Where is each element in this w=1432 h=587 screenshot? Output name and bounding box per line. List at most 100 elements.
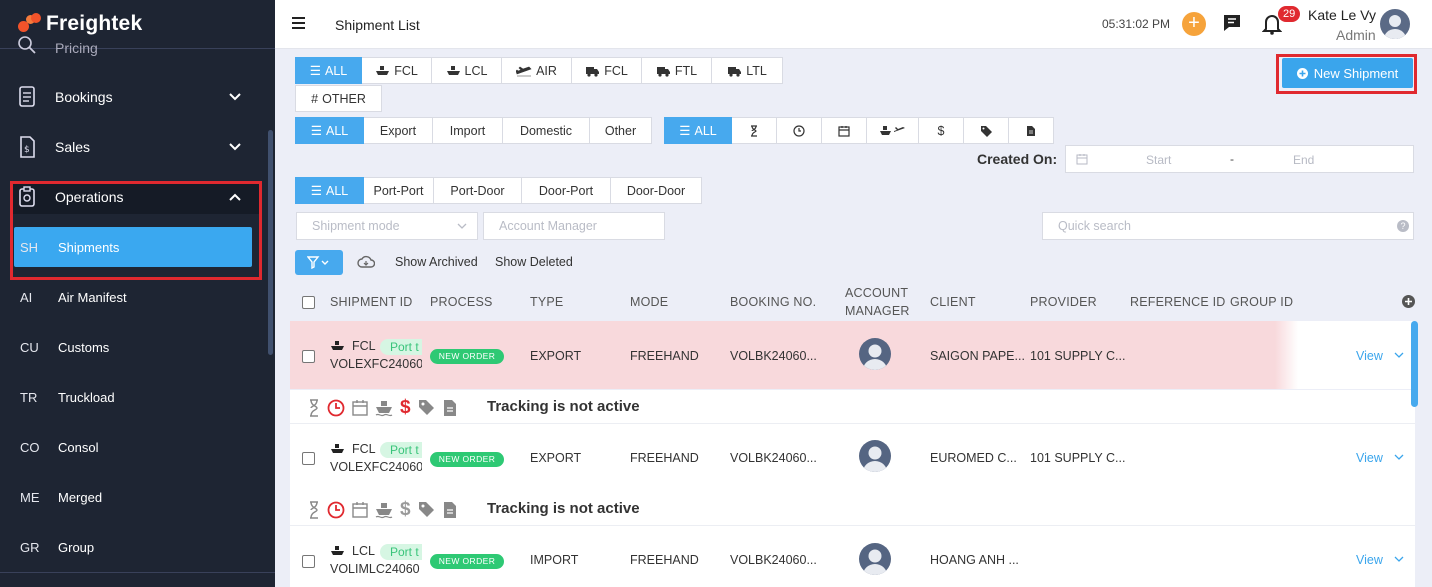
tab-direction-all[interactable]: ☰ ALL xyxy=(295,117,364,144)
help-icon[interactable]: ? xyxy=(1397,220,1409,232)
calendar-icon xyxy=(838,125,850,137)
tab-status-time[interactable] xyxy=(777,117,822,144)
tab-export[interactable]: Export xyxy=(364,117,433,144)
sidebar-subitem-customs[interactable]: CU Customs xyxy=(0,327,265,367)
tab-import[interactable]: Import xyxy=(433,117,503,144)
view-link[interactable]: View xyxy=(1356,349,1383,363)
chevron-down-icon[interactable] xyxy=(1394,556,1404,563)
account-manager-avatar xyxy=(859,338,891,370)
sidebar-item-sales[interactable]: $ Sales xyxy=(0,127,265,167)
shipment-id[interactable]: VOLEXFC24060 xyxy=(330,460,422,474)
date-start[interactable]: Start xyxy=(1146,153,1171,167)
select-all-checkbox[interactable] xyxy=(302,296,315,309)
tab-status-tags[interactable] xyxy=(964,117,1009,144)
tab-label: Import xyxy=(449,123,486,138)
tab-domestic[interactable]: Domestic xyxy=(503,117,590,144)
column-header[interactable]: ACCOUNT xyxy=(845,286,908,300)
avatar[interactable] xyxy=(1380,9,1410,39)
tab-other[interactable]: Other xyxy=(590,117,652,144)
input-placeholder: Quick search xyxy=(1058,219,1131,233)
tab-mode-fcl-sea[interactable]: FCL xyxy=(362,57,432,84)
shipment-id[interactable]: VOLIMLC24060 xyxy=(330,562,422,576)
column-header[interactable]: PROVIDER xyxy=(1030,295,1097,309)
menu-toggle-icon[interactable] xyxy=(292,17,305,30)
column-header[interactable]: PROCESS xyxy=(430,295,493,309)
tab-status-docs[interactable] xyxy=(1009,117,1054,144)
tab-route-all[interactable]: ☰ ALL xyxy=(295,177,364,204)
tracking-icons: $ xyxy=(308,397,457,419)
ship-icon xyxy=(331,546,344,555)
column-header[interactable]: MANAGER xyxy=(845,304,910,318)
tab-mode-air[interactable]: AIR xyxy=(502,57,572,84)
row-mode: FCL xyxy=(352,442,376,456)
route-badge: Port t xyxy=(380,339,422,355)
show-deleted-toggle[interactable]: Show Deleted xyxy=(495,255,573,269)
column-header[interactable]: MODE xyxy=(630,295,668,309)
date-end[interactable]: End xyxy=(1293,153,1314,167)
tab-port-door[interactable]: Port-Door xyxy=(434,177,522,204)
column-header[interactable]: BOOKING NO. xyxy=(730,295,816,309)
user-name[interactable]: Kate Le Vy xyxy=(1308,7,1376,23)
show-archived-toggle[interactable]: Show Archived xyxy=(395,255,478,269)
cloud-download-icon[interactable] xyxy=(357,255,375,269)
tab-mode-ltl[interactable]: LTL xyxy=(712,57,783,84)
add-column-icon[interactable] xyxy=(1402,295,1415,308)
table-row[interactable]: LCL Port t VOLIMLC24060 NEW ORDER IMPORT… xyxy=(290,526,1415,587)
row-checkbox[interactable] xyxy=(302,350,315,363)
date-range-picker[interactable]: Start - End xyxy=(1065,145,1414,173)
tab-mode-lcl[interactable]: LCL xyxy=(432,57,502,84)
direction-tabs: ☰ ALL Export Import Domestic Other xyxy=(295,117,652,144)
tab-mode-other[interactable]: # OTHER xyxy=(295,85,382,112)
tab-status-billing[interactable]: $ xyxy=(919,117,964,144)
tab-status-calendar[interactable] xyxy=(822,117,867,144)
shipment-id[interactable]: VOLEXFC24060 xyxy=(330,357,422,371)
sidebar-scrollbar[interactable] xyxy=(268,130,273,355)
sidebar-subitem-truckload[interactable]: TR Truckload xyxy=(0,377,265,417)
row-type: EXPORT xyxy=(530,451,582,465)
dollar-icon: $ xyxy=(400,499,411,520)
sidebar-subitem-air-manifest[interactable]: AI Air Manifest xyxy=(0,277,265,317)
add-icon[interactable]: + xyxy=(1182,12,1206,36)
row-checkbox[interactable] xyxy=(302,555,315,568)
sidebar-item-pricing[interactable]: Pricing xyxy=(0,28,265,58)
account-manager-input[interactable]: Account Manager xyxy=(483,212,665,240)
sidebar-subitem-merged[interactable]: ME Merged xyxy=(0,477,265,517)
highlight-box xyxy=(1276,54,1417,94)
column-header[interactable]: CLIENT xyxy=(930,295,976,309)
table-row[interactable]: FCL Port t VOLEXFC24060 NEW ORDER EXPORT… xyxy=(290,321,1415,389)
quick-search-input[interactable]: Quick search ? xyxy=(1042,212,1414,240)
tab-port-port[interactable]: Port-Port xyxy=(364,177,434,204)
tab-mode-all[interactable]: ☰ ALL xyxy=(295,57,362,84)
tab-mode-fcl-truck[interactable]: FCL xyxy=(572,57,642,84)
table-row[interactable]: FCL Port t VOLEXFC24060 NEW ORDER EXPORT… xyxy=(290,424,1415,492)
tab-door-port[interactable]: Door-Port xyxy=(522,177,611,204)
sidebar-subitem-group[interactable]: GR Group xyxy=(0,527,265,567)
route-tabs: ☰ ALL Port-Port Port-Door Door-Port Door-… xyxy=(295,177,702,204)
row-provider: 101 SUPPLY C... xyxy=(1030,451,1126,465)
tab-status-transit[interactable] xyxy=(867,117,919,144)
view-link[interactable]: View xyxy=(1356,451,1383,465)
tab-status-pending[interactable] xyxy=(732,117,777,144)
tab-mode-ftl[interactable]: FTL xyxy=(642,57,712,84)
column-header[interactable]: REFERENCE ID xyxy=(1130,295,1225,309)
sidebar-subitem-consol[interactable]: CO Consol xyxy=(0,427,265,467)
column-header[interactable]: TYPE xyxy=(530,295,563,309)
list-icon: ☰ xyxy=(310,184,322,198)
chat-icon[interactable] xyxy=(1222,13,1242,33)
sales-icon: $ xyxy=(14,134,40,160)
tab-status-all[interactable]: ☰ ALL xyxy=(664,117,732,144)
row-freight: FREEHAND xyxy=(630,451,699,465)
table-scrollbar[interactable] xyxy=(1411,321,1418,407)
filter-button[interactable] xyxy=(295,250,343,275)
sidebar-item-bookings[interactable]: Bookings xyxy=(0,77,265,117)
chevron-down-icon[interactable] xyxy=(1394,352,1404,359)
chevron-down-icon[interactable] xyxy=(1394,454,1404,461)
row-checkbox[interactable] xyxy=(302,452,315,465)
column-header[interactable]: GROUP ID xyxy=(1230,295,1293,309)
status-badge: NEW ORDER xyxy=(430,452,504,467)
shipment-mode-select[interactable]: Shipment mode xyxy=(296,212,478,240)
view-link[interactable]: View xyxy=(1356,553,1383,567)
column-header[interactable]: SHIPMENT ID xyxy=(330,295,413,309)
tab-door-door[interactable]: Door-Door xyxy=(611,177,702,204)
chevron-down-icon xyxy=(457,223,467,229)
